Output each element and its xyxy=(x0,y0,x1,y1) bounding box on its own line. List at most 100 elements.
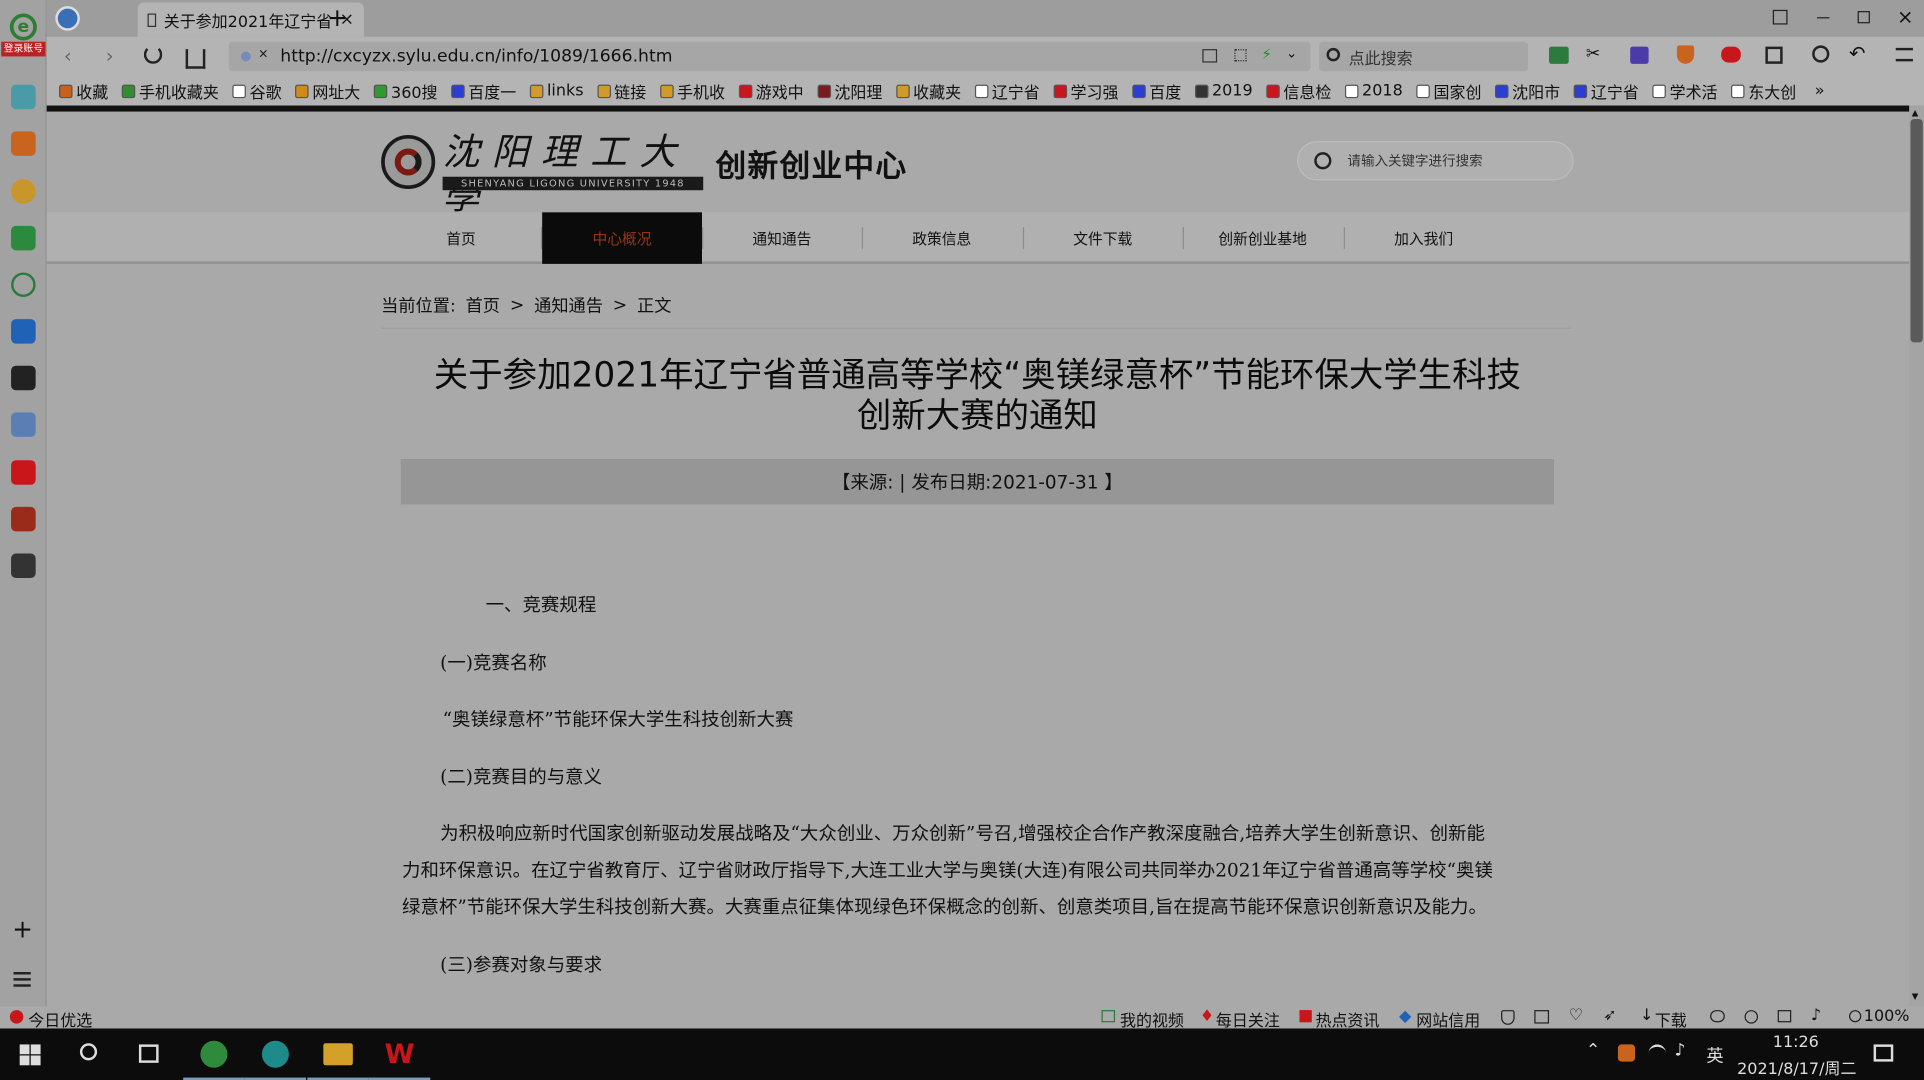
nav-home[interactable]: 首页 xyxy=(381,212,541,264)
bookmark-item[interactable]: 辽宁省 xyxy=(1573,79,1639,102)
speed-mode-icon[interactable]: ⚡ xyxy=(1261,45,1271,62)
bookmark-item[interactable]: 2019 xyxy=(1194,82,1253,100)
bookmark-item[interactable]: 网址大 xyxy=(295,79,360,102)
close-window-icon[interactable]: × xyxy=(1897,5,1913,28)
bookmark-item[interactable]: 手机收 xyxy=(659,79,725,102)
refresh-sync-icon[interactable] xyxy=(1744,1010,1759,1024)
breadcrumb-home[interactable]: 首页 xyxy=(466,293,500,318)
add-tab-icon[interactable] xyxy=(11,84,36,110)
brightness-icon[interactable] xyxy=(1812,45,1830,63)
login-badge[interactable]: 登录账号 xyxy=(1,41,46,57)
site-search-input[interactable]: 请输入关键字进行搜索 xyxy=(1297,141,1574,181)
taskbar-search-icon[interactable] xyxy=(79,1043,98,1061)
video-app-icon[interactable] xyxy=(11,553,36,579)
bookmark-item[interactable]: 学术活 xyxy=(1652,79,1718,102)
shield-extension-icon[interactable] xyxy=(1676,45,1695,64)
network-icon[interactable] xyxy=(1648,1044,1666,1061)
site-credit-link[interactable]: 网站信用 xyxy=(1416,1008,1480,1031)
bookmark-item[interactable]: 手机收藏夹 xyxy=(121,79,219,102)
bookmark-item[interactable]: 收藏夹 xyxy=(895,79,961,102)
bookmark-item[interactable]: 信息检 xyxy=(1266,79,1331,102)
forward-icon[interactable]: › xyxy=(106,44,114,67)
undo-close-icon[interactable]: ↶ xyxy=(1849,42,1865,65)
university-logo[interactable]: 沈阳理工大學 SHENYANG LIGONG UNIVERSITY 1948 创… xyxy=(381,131,934,218)
window-pin-icon[interactable] xyxy=(1772,9,1788,25)
incognito-icon[interactable] xyxy=(1710,1010,1725,1023)
clock-date[interactable]: 2021/8/17/周二 xyxy=(1737,1055,1856,1078)
clock-time[interactable]: 11:26 xyxy=(1773,1033,1819,1051)
p-app-icon[interactable] xyxy=(11,319,36,344)
nav-join-us[interactable]: 加入我们 xyxy=(1344,212,1504,264)
nav-notices[interactable]: 通知通告 xyxy=(702,212,862,264)
game-extension-icon[interactable] xyxy=(1721,46,1741,63)
reading-icon[interactable] xyxy=(1549,46,1569,64)
rocket-icon[interactable]: ➶ xyxy=(1603,1006,1616,1024)
sidebar-menu-icon[interactable] xyxy=(13,972,31,987)
mail-icon[interactable] xyxy=(11,225,36,251)
word-doc-icon[interactable] xyxy=(11,412,36,437)
bookmark-item[interactable]: 2018 xyxy=(1344,82,1403,100)
nav-center-overview[interactable]: 中心概况 xyxy=(542,212,702,264)
bookmark-item[interactable]: 国家创 xyxy=(1416,79,1481,102)
scissors-icon[interactable]: ✂ xyxy=(1586,44,1600,64)
zoom-icon[interactable] xyxy=(1849,1010,1862,1023)
taskbar-wps-app[interactable]: W xyxy=(368,1028,431,1080)
page-scrollbar-thumb[interactable] xyxy=(1910,119,1923,343)
bookmark-item[interactable]: 辽宁省 xyxy=(974,79,1040,102)
bookmark-item[interactable]: 百度一 xyxy=(451,79,516,102)
taskbar-globe-app[interactable] xyxy=(244,1028,307,1080)
bookmark-item[interactable]: 东大创 xyxy=(1731,79,1796,102)
daily-focus-link[interactable]: 每日关注 xyxy=(1216,1008,1280,1031)
bookmark-item[interactable]: 百度 xyxy=(1132,79,1181,102)
browser-logo-icon[interactable]: e xyxy=(9,13,37,41)
back-icon[interactable]: ‹ xyxy=(64,44,72,67)
restore-icon[interactable] xyxy=(1857,11,1870,24)
weibo-icon[interactable] xyxy=(11,179,36,204)
bookmark-item[interactable]: 沈阳理 xyxy=(817,79,882,102)
nav-policy[interactable]: 政策信息 xyxy=(862,212,1022,264)
address-bar[interactable]: × http://cxcyzx.sylu.edu.cn/info/1089/16… xyxy=(228,41,1311,72)
qr-app-icon[interactable] xyxy=(11,365,36,391)
volume-icon[interactable]: ♪ xyxy=(1674,1041,1685,1061)
site-permission-icon[interactable]: × xyxy=(258,48,268,62)
bookmark-item[interactable]: 学习强 xyxy=(1053,79,1118,102)
navigation-compass-icon[interactable] xyxy=(55,6,80,31)
favorite-heart-icon[interactable]: ♡ xyxy=(1569,1006,1583,1024)
reload-icon[interactable] xyxy=(143,45,163,64)
notification-icon[interactable] xyxy=(1873,1044,1894,1062)
red-app-icon[interactable] xyxy=(11,460,36,485)
browser-search-input[interactable]: 点此搜索 xyxy=(1319,41,1529,72)
translate-icon[interactable] xyxy=(1630,46,1649,64)
my-video-link[interactable]: 我的视频 xyxy=(1120,1008,1184,1031)
qr-code-icon[interactable] xyxy=(1234,49,1247,62)
windows-start-icon[interactable] xyxy=(19,1044,41,1066)
sound-icon[interactable]: ♪ xyxy=(1811,1006,1821,1024)
download-icon[interactable]: ↓ xyxy=(1640,1006,1653,1024)
home-icon[interactable] xyxy=(185,49,206,69)
new-tab-button[interactable]: + xyxy=(327,4,348,31)
bookmarks-more-button[interactable]: » xyxy=(1815,82,1825,100)
nav-downloads[interactable]: 文件下载 xyxy=(1023,212,1183,264)
minimize-icon[interactable] xyxy=(1817,17,1830,19)
tray-expand-icon[interactable]: ⌃ xyxy=(1586,1041,1600,1061)
main-menu-icon[interactable] xyxy=(1895,47,1913,62)
bookmark-item[interactable]: 360搜 xyxy=(373,79,438,102)
reader-mode-icon[interactable] xyxy=(1202,49,1218,63)
bookmark-item[interactable]: 游戏中 xyxy=(738,79,804,102)
bookmark-item[interactable]: 谷歌 xyxy=(232,79,282,102)
add-sidebar-item-icon[interactable]: + xyxy=(12,917,33,942)
today-picks-link[interactable]: 今日优选 xyxy=(28,1008,92,1031)
taskbar-explorer-app[interactable] xyxy=(307,1028,369,1080)
scroll-up-icon[interactable]: ▲ xyxy=(1912,108,1919,118)
task-view-icon[interactable] xyxy=(138,1044,159,1063)
cloud-link-icon[interactable] xyxy=(11,272,36,298)
bookmark-item[interactable]: 链接 xyxy=(597,79,646,102)
bookmark-item[interactable]: 沈阳市 xyxy=(1494,79,1560,102)
breadcrumb-notices[interactable]: 通知通告 xyxy=(534,293,603,318)
hot-news-link[interactable]: 热点资讯 xyxy=(1315,1008,1379,1031)
taskbar-browser-app[interactable] xyxy=(183,1028,245,1080)
tray-app-icon[interactable] xyxy=(1617,1044,1636,1062)
apps-grid-icon[interactable] xyxy=(1765,46,1783,64)
screenshot-icon[interactable] xyxy=(1534,1010,1550,1024)
game-app-icon[interactable] xyxy=(11,506,36,532)
